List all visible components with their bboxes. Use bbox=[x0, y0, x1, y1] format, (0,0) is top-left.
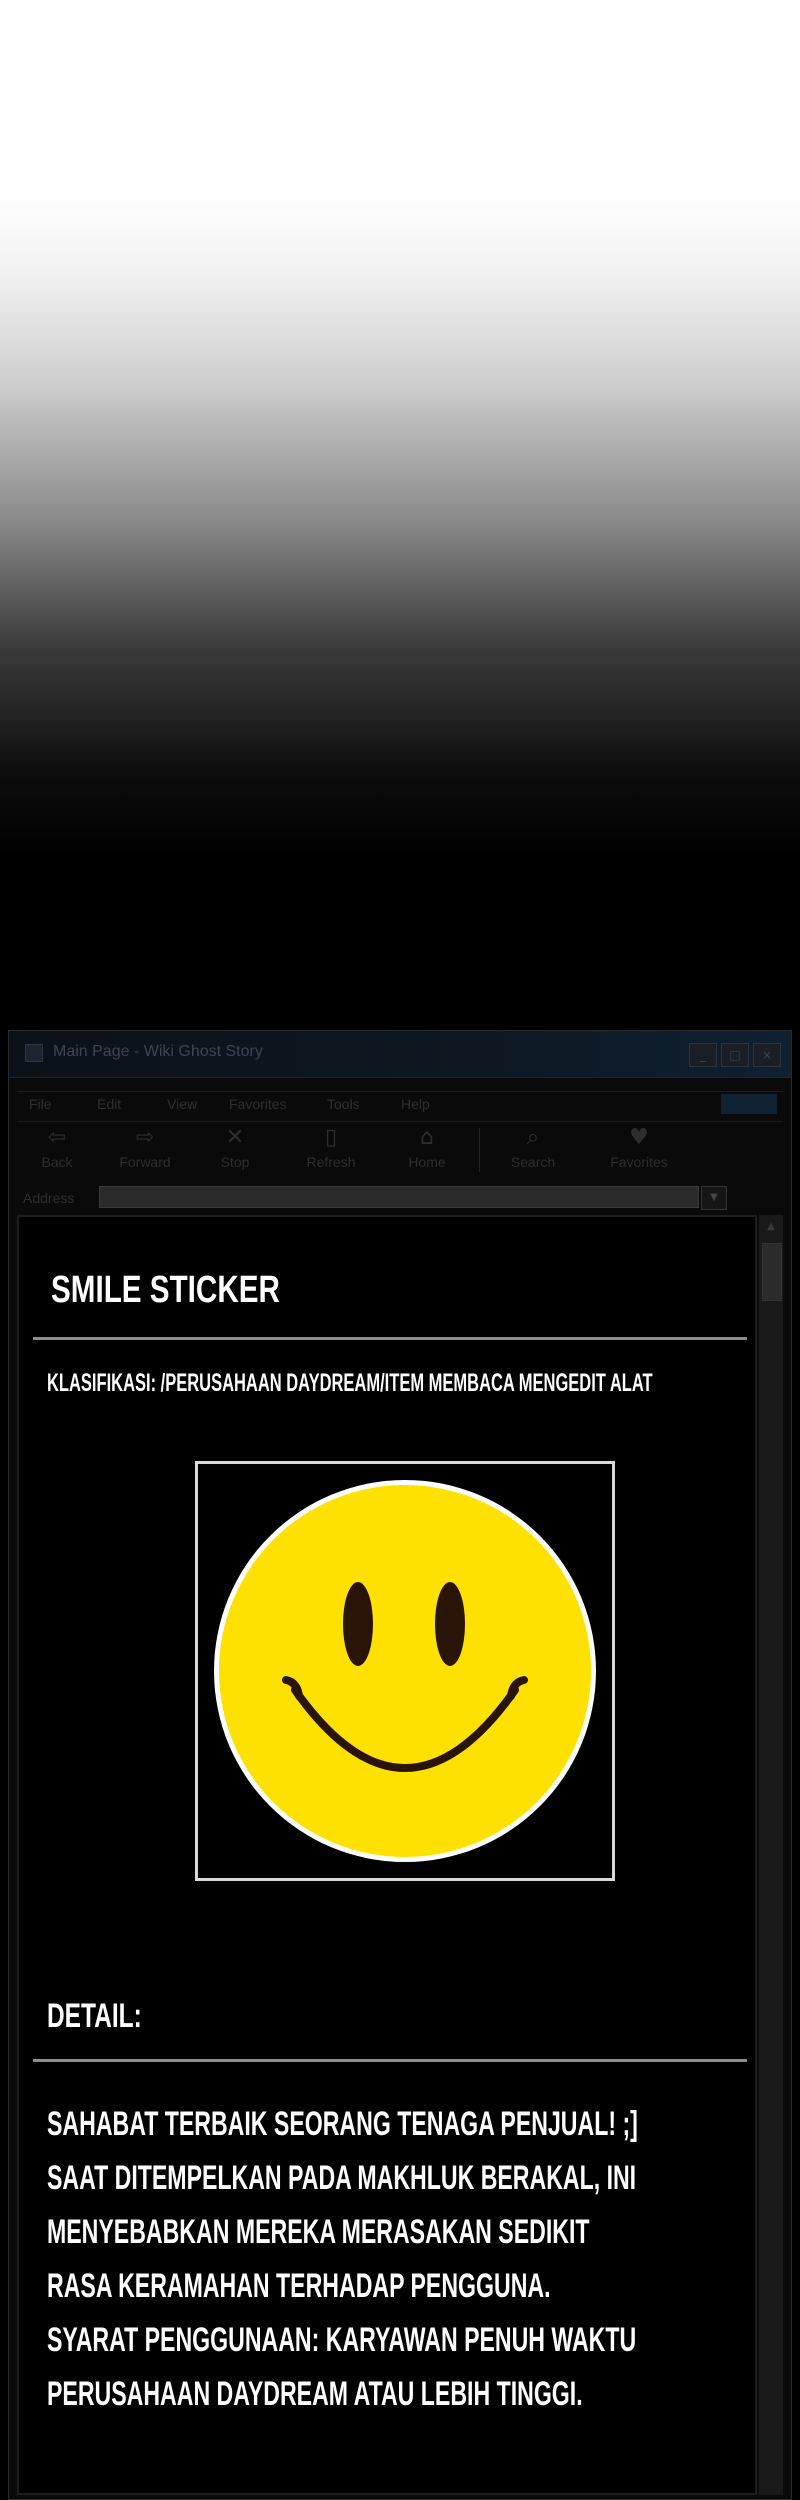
vertical-scrollbar[interactable]: ▲ bbox=[759, 1215, 783, 2495]
forward-arrow-icon: ⇨ bbox=[135, 1125, 155, 1150]
light-speck bbox=[352, 0, 368, 14]
page-content: SMILE STICKER KLASIFIKASI: /PERUSAHAAN D… bbox=[17, 1215, 757, 2495]
toolbar-separator bbox=[479, 1128, 480, 1172]
address-bar: Address ▼ bbox=[17, 1184, 783, 1214]
menu-edit[interactable]: Edit bbox=[97, 1096, 121, 1112]
address-input[interactable] bbox=[99, 1186, 699, 1208]
close-button[interactable]: × bbox=[753, 1043, 781, 1067]
scroll-thumb[interactable] bbox=[762, 1243, 782, 1301]
address-dropdown-button[interactable]: ▼ bbox=[701, 1186, 727, 1210]
classification-text: KLASIFIKASI: /PERUSAHAAN DAYDREAM/ITEM M… bbox=[47, 1369, 653, 1397]
stop-button[interactable]: ✕ Stop bbox=[195, 1126, 275, 1178]
title-bar: Main Page - Wiki Ghost Story _ □ × bbox=[9, 1031, 791, 1078]
page-title: SMILE STICKER bbox=[51, 1269, 280, 1311]
browser-window: Main Page - Wiki Ghost Story _ □ × File … bbox=[8, 1030, 792, 2500]
description-line: PERUSAHAAN DAYDREAM ATAU LEBIH TINGGI. bbox=[47, 2375, 583, 2413]
description-line: MENYEBABKAN MEREKA MERASAKAN SEDIKIT bbox=[47, 2213, 590, 2251]
description-line: SAHABAT TERBAIK SEORANG TENAGA PENJUAL! … bbox=[47, 2105, 638, 2143]
refresh-icon: ▯ bbox=[324, 1125, 338, 1150]
toolbar: ⇦ Back ⇨ Forward ✕ Stop ▯ Refresh ⌂ Home… bbox=[17, 1121, 783, 1184]
smiley-face-icon bbox=[214, 1480, 596, 1862]
window-icon bbox=[25, 1044, 43, 1062]
stop-icon: ✕ bbox=[225, 1125, 245, 1150]
search-button[interactable]: ⌕ Search bbox=[493, 1126, 573, 1178]
description-line: RASA KERAMAHAN TERHADAP PENGGUNA. bbox=[47, 2267, 551, 2305]
search-label: Search bbox=[510, 1154, 556, 1170]
address-label: Address bbox=[23, 1190, 75, 1206]
maximize-button[interactable]: □ bbox=[721, 1043, 749, 1067]
window-title: Main Page - Wiki Ghost Story bbox=[53, 1043, 263, 1060]
back-arrow-icon: ⇦ bbox=[47, 1125, 67, 1150]
menu-favorites[interactable]: Favorites bbox=[229, 1096, 287, 1112]
menu-help[interactable]: Help bbox=[401, 1096, 430, 1112]
top-gradient-backdrop bbox=[0, 0, 800, 1030]
search-icon: ⌕ bbox=[526, 1125, 540, 1150]
heart-icon: ♥ bbox=[629, 1125, 649, 1150]
forward-label: Forward bbox=[119, 1154, 171, 1170]
description-line: SYARAT PENGGUNAAN: KARYAWAN PENUH WAKTU bbox=[47, 2321, 637, 2359]
detail-divider bbox=[33, 2059, 747, 2062]
refresh-label: Refresh bbox=[306, 1154, 356, 1170]
light-speck bbox=[328, 8, 346, 26]
menu-file[interactable]: File bbox=[29, 1096, 52, 1112]
stop-label: Stop bbox=[220, 1154, 250, 1170]
refresh-button[interactable]: ▯ Refresh bbox=[291, 1126, 371, 1178]
back-label: Back bbox=[41, 1154, 73, 1170]
light-speck bbox=[148, 0, 170, 22]
browser-logo bbox=[721, 1094, 777, 1114]
menu-bar: File Edit View Favorites Tools Help bbox=[17, 1091, 783, 1116]
favorites-button[interactable]: ♥ Favorites bbox=[599, 1126, 679, 1178]
sticker-image bbox=[195, 1461, 615, 1881]
forward-button[interactable]: ⇨ Forward bbox=[105, 1126, 185, 1178]
detail-heading: DETAIL: bbox=[47, 1997, 142, 2035]
scroll-up-arrow-icon[interactable]: ▲ bbox=[761, 1217, 781, 1237]
home-button[interactable]: ⌂ Home bbox=[387, 1126, 467, 1178]
minimize-button[interactable]: _ bbox=[689, 1043, 717, 1067]
title-divider bbox=[33, 1337, 747, 1340]
window-controls: _ □ × bbox=[689, 1043, 781, 1067]
menu-view[interactable]: View bbox=[167, 1096, 197, 1112]
favorites-label: Favorites bbox=[610, 1154, 668, 1170]
menu-tools[interactable]: Tools bbox=[327, 1096, 360, 1112]
home-icon: ⌂ bbox=[420, 1125, 434, 1150]
home-label: Home bbox=[408, 1154, 446, 1170]
back-button[interactable]: ⇦ Back bbox=[17, 1126, 97, 1178]
description-line: SAAT DITEMPELKAN PADA MAKHLUK BERAKAL, I… bbox=[47, 2159, 637, 2197]
